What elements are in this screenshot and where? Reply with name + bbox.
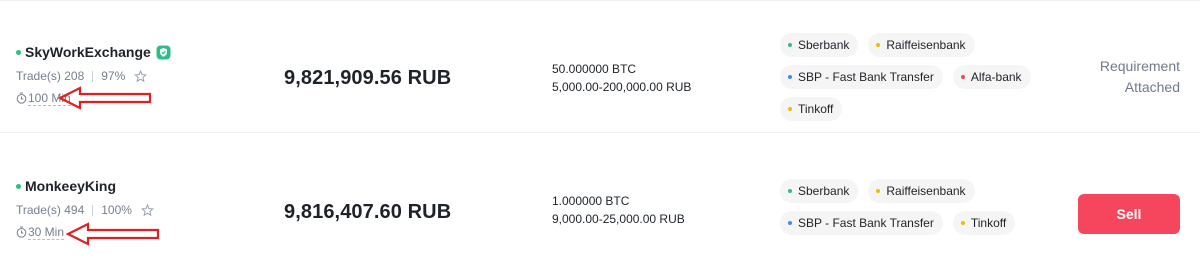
star-icon[interactable] <box>140 203 154 217</box>
stats-divider <box>92 204 94 216</box>
trade-count: Trade(s) 494 <box>16 203 85 217</box>
annotation-arrow-icon <box>58 86 152 110</box>
payment-dot <box>788 43 792 47</box>
verified-shield-icon <box>156 45 171 60</box>
payment-tag-sberbank: Sberbank <box>780 179 859 203</box>
payment-tag-raiffeisenbank: Raiffeisenbank <box>868 33 975 57</box>
payment-dot <box>960 75 965 79</box>
requirement-attached-notice: Requirement Attached <box>1099 58 1180 95</box>
timer-icon <box>16 92 27 104</box>
online-status-dot <box>16 183 21 189</box>
completion-rate: 100% <box>101 203 132 217</box>
ad-limits: 1.000000 BTC 9,000.00-25,000.00 RUB <box>552 192 685 228</box>
completion-rate: 97% <box>101 69 126 83</box>
available-amount: 1.000000 BTC <box>552 194 630 208</box>
payment-tag-sbp: SBP - Fast Bank Transfer <box>780 211 943 235</box>
payment-dot <box>788 75 792 79</box>
stats-divider <box>92 70 94 82</box>
ad-row: MonkeeyKing Trade(s) 494 100% 30 Min 9,8… <box>0 134 1200 267</box>
payment-tag-sberbank: Sberbank <box>780 33 859 57</box>
payment-dot <box>876 43 881 47</box>
star-icon[interactable] <box>134 69 148 83</box>
online-status-dot <box>16 49 21 55</box>
payment-tag-sbp: SBP - Fast Bank Transfer <box>780 65 943 89</box>
advertiser-name[interactable]: MonkeeyKing <box>25 178 116 194</box>
trade-count: Trade(s) 208 <box>16 69 85 83</box>
payment-time-limit: 30 Min <box>28 224 65 240</box>
ad-row: SkyWorkExchange Trade(s) 208 97% 100 Min… <box>0 0 1200 133</box>
annotation-arrow-icon <box>66 222 160 246</box>
order-limit: 5,000.00-200,000.00 RUB <box>552 80 692 94</box>
order-limit: 9,000.00-25,000.00 RUB <box>552 212 685 226</box>
payment-dot <box>876 189 881 193</box>
available-amount: 50.000000 BTC <box>552 62 637 76</box>
payment-tag-tinkoff: Tinkoff <box>780 97 843 121</box>
payment-dot <box>788 221 792 225</box>
payment-methods: Sberbank Raiffeisenbank SBP - Fast Bank … <box>780 33 1040 129</box>
payment-tag-raiffeisenbank: Raiffeisenbank <box>868 179 975 203</box>
payment-tag-alfa-bank: Alfa-bank <box>952 65 1031 89</box>
sell-button[interactable]: Sell <box>1078 194 1180 234</box>
payment-methods: Sberbank Raiffeisenbank SBP - Fast Bank … <box>780 179 1040 243</box>
ad-limits: 50.000000 BTC 5,000.00-200,000.00 RUB <box>552 60 691 96</box>
ad-price: 9,821,909.56 RUB <box>284 67 452 89</box>
payment-dot <box>960 221 965 225</box>
payment-dot <box>788 107 792 111</box>
payment-tag-tinkoff: Tinkoff <box>952 211 1016 235</box>
ad-price: 9,816,407.60 RUB <box>284 201 452 223</box>
advertiser-name[interactable]: SkyWorkExchange <box>25 44 151 60</box>
timer-icon <box>16 226 27 238</box>
payment-dot <box>788 189 792 193</box>
